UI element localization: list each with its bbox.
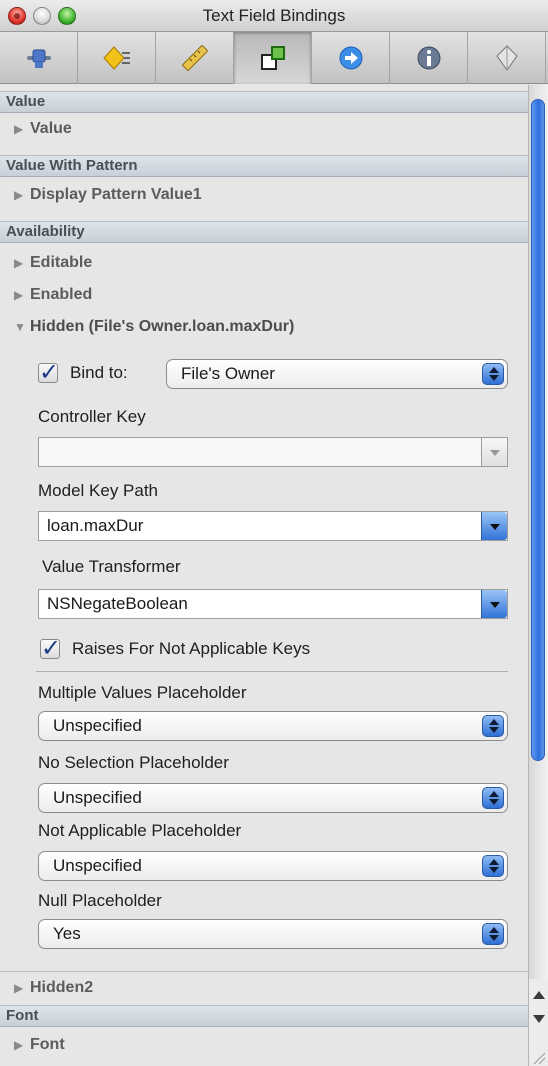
model-key-path-value: loan.maxDur — [47, 516, 144, 535]
popup-stepper-icon — [482, 715, 504, 737]
size-ruler-icon — [181, 45, 208, 71]
tab-identity[interactable] — [390, 32, 468, 84]
combo-arrow-icon[interactable] — [481, 512, 507, 540]
tab-attributes[interactable] — [0, 32, 78, 84]
binding-row-font[interactable]: ▶ Font — [0, 1029, 528, 1061]
scroll-down-arrow-icon[interactable] — [533, 1015, 545, 1023]
no-selection-popup[interactable]: Unspecified — [38, 783, 508, 813]
section-value: Value — [0, 91, 528, 113]
multiple-values-label: Multiple Values Placeholder — [38, 683, 247, 702]
value-transformer-value: NSNegateBoolean — [47, 594, 188, 613]
bindings-panel: Value ▶ Value Value With Pattern ▶ Display… — [0, 85, 548, 1066]
connections-arrow-icon — [339, 46, 362, 70]
model-key-path-label: Model Key Path — [38, 481, 159, 500]
no-selection-label: No Selection Placeholder — [38, 753, 229, 772]
model-key-path-combo[interactable]: loan.maxDur — [38, 511, 508, 541]
popup-stepper-icon — [482, 855, 504, 877]
not-applicable-label: Not Applicable Placeholder — [38, 821, 242, 840]
binding-row-hidden2[interactable]: ▶ Hidden2 — [0, 971, 528, 1003]
row-label: Hidden2 — [30, 979, 94, 996]
checkmark-icon: ✓ — [39, 359, 60, 386]
identity-info-icon — [417, 46, 440, 70]
null-placeholder-value: Yes — [53, 924, 81, 943]
checkmark-icon: ✓ — [41, 635, 62, 662]
binding-row-hidden[interactable]: ▼ Hidden (File's Owner.loan.maxDur) — [0, 311, 528, 343]
window-title: Text Field Bindings — [202, 6, 346, 25]
tab-size[interactable] — [156, 32, 234, 84]
inspector-toolbar — [0, 32, 548, 84]
disclosure-triangle-icon: ▶ — [14, 1038, 24, 1052]
bind-to-value: File's Owner — [181, 364, 275, 383]
popup-stepper-icon — [482, 787, 504, 809]
row-label: Hidden (File's Owner.loan.maxDur) — [30, 318, 295, 335]
null-placeholder-label: Null Placeholder — [38, 891, 162, 910]
binding-row-value[interactable]: ▶ Value — [0, 113, 528, 145]
controller-key-label: Controller Key — [38, 407, 146, 426]
bindings-icon — [260, 46, 285, 70]
popup-stepper-icon — [482, 923, 504, 945]
row-label: Editable — [30, 254, 93, 271]
controller-key-combo[interactable] — [38, 437, 508, 467]
null-placeholder-popup[interactable]: Yes — [38, 919, 508, 949]
row-label: Font — [30, 1036, 65, 1053]
tab-connections[interactable] — [312, 32, 390, 84]
disclosure-triangle-icon: ▶ — [14, 256, 24, 270]
disclosure-triangle-icon: ▶ — [14, 981, 24, 995]
value-transformer-label: Value Transformer — [42, 557, 181, 576]
row-label: Enabled — [30, 286, 93, 303]
row-label: Display Pattern Value1 — [30, 186, 202, 203]
raises-label: Raises For Not Applicable Keys — [72, 639, 311, 658]
popup-stepper-icon — [482, 363, 504, 385]
not-applicable-popup[interactable]: Unspecified — [38, 851, 508, 881]
combo-arrow-icon[interactable] — [481, 590, 507, 618]
tab-bindings[interactable] — [234, 32, 312, 84]
no-selection-value: Unspecified — [53, 788, 142, 807]
section-value-with-pattern: Value With Pattern — [0, 155, 528, 177]
disclosure-triangle-icon: ▶ — [14, 288, 24, 302]
section-font: Font — [0, 1005, 528, 1027]
binding-row-editable[interactable]: ▶ Editable — [0, 247, 528, 279]
disclosure-triangle-icon: ▶ — [14, 188, 24, 202]
not-applicable-value: Unspecified — [53, 856, 142, 875]
resize-grip-icon[interactable] — [530, 1051, 546, 1065]
row-label: Value — [30, 120, 72, 137]
multiple-values-popup[interactable]: Unspecified — [38, 711, 508, 741]
value-transformer-combo[interactable]: NSNegateBoolean — [38, 589, 508, 619]
raises-checkbox[interactable]: ✓ — [40, 635, 61, 662]
binding-row-display-pattern[interactable]: ▶ Display Pattern Value1 — [0, 179, 528, 211]
bind-to-popup[interactable]: File's Owner — [166, 359, 508, 389]
tab-applescript[interactable] — [468, 32, 546, 84]
scroll-up-arrow-icon[interactable] — [533, 991, 545, 999]
bind-to-checkbox[interactable]: ✓ — [38, 359, 59, 386]
multiple-values-value: Unspecified — [53, 716, 142, 735]
tab-effects[interactable] — [78, 32, 156, 84]
scrollbar-thumb[interactable] — [531, 99, 545, 761]
disclosure-triangle-open-icon: ▼ — [14, 320, 26, 334]
section-availability: Availability — [0, 221, 528, 243]
effects-diamond-icon — [102, 46, 130, 70]
separator — [36, 671, 508, 672]
disclosure-triangle-icon: ▶ — [14, 122, 24, 136]
bind-to-label: Bind to: — [70, 363, 128, 382]
binding-row-enabled[interactable]: ▶ Enabled — [0, 279, 528, 311]
applescript-icon — [495, 45, 518, 71]
title-bar: Text Field Bindings — [0, 0, 548, 32]
attributes-slider-icon — [26, 49, 51, 68]
combo-arrow-icon[interactable] — [481, 438, 507, 466]
